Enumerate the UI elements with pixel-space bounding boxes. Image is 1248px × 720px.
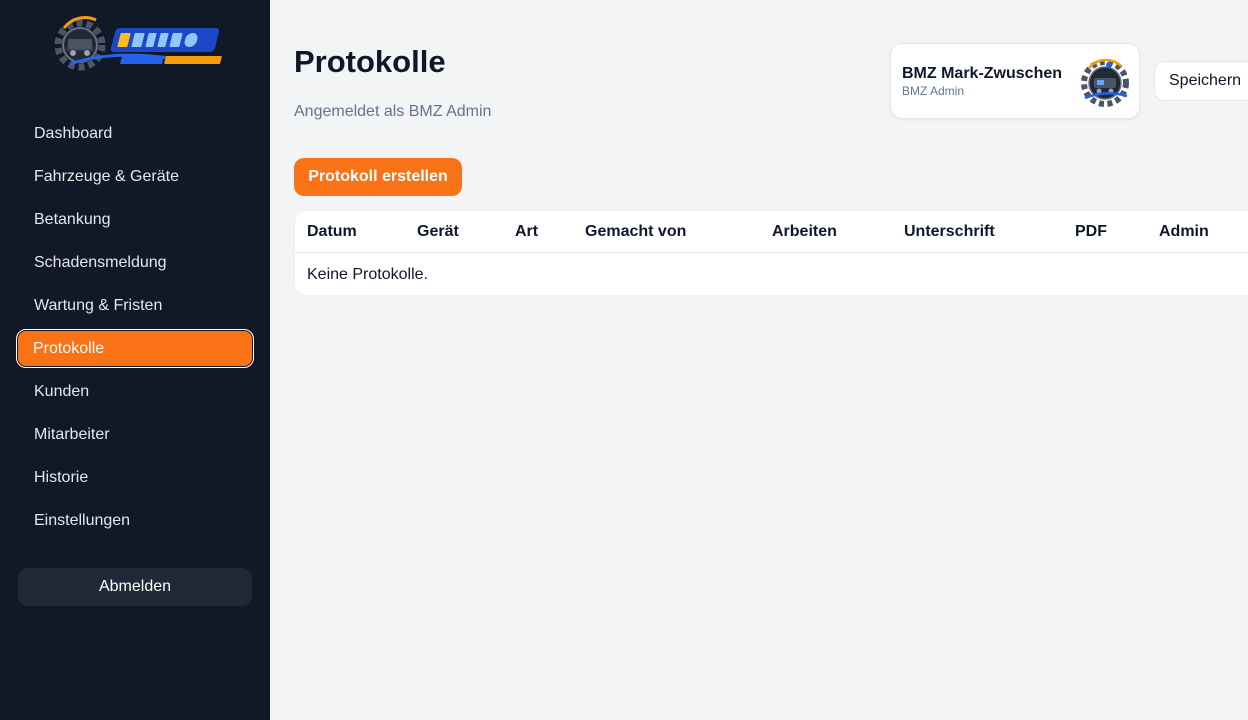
- sidebar-item-fueling[interactable]: Betankung: [16, 200, 254, 239]
- column-header-device[interactable]: Gerät: [417, 223, 459, 241]
- empty-state-text: Keine Protokolle.: [307, 266, 428, 283]
- gear-truck-logo-icon: [54, 16, 234, 71]
- brand-logo[interactable]: [50, 14, 234, 76]
- column-header-signature[interactable]: Unterschrift: [904, 223, 995, 241]
- logged-in-as-text: Angemeldet als BMZ Admin: [294, 103, 492, 120]
- logout-button[interactable]: Abmelden: [18, 568, 252, 606]
- page-title: Protokolle: [294, 44, 446, 79]
- column-header-admin[interactable]: Admin: [1159, 223, 1209, 241]
- company-name: BMZ Mark-Zwuschen: [902, 65, 1063, 82]
- sidebar-item-dashboard[interactable]: Dashboard: [16, 114, 254, 153]
- sidebar-item-vehicles[interactable]: Fahrzeuge & Geräte: [16, 157, 254, 196]
- user-card[interactable]: BMZ Mark-Zwuschen BMZ Admin: [890, 43, 1140, 119]
- sidebar-item-protocols[interactable]: Protokolle: [16, 329, 254, 368]
- save-button[interactable]: Speichern: [1154, 61, 1248, 101]
- protocols-table: Datum Gerät Art Gemacht von Arbeiten Unt…: [294, 210, 1248, 296]
- company-logo-icon: [1081, 58, 1129, 107]
- sidebar-item-history[interactable]: Historie: [16, 458, 254, 497]
- column-header-date[interactable]: Datum: [307, 223, 357, 241]
- column-header-pdf[interactable]: PDF: [1075, 223, 1107, 241]
- user-role: BMZ Admin: [902, 84, 965, 98]
- column-header-work[interactable]: Arbeiten: [772, 223, 837, 241]
- sidebar-item-settings[interactable]: Einstellungen: [16, 501, 254, 540]
- create-protocol-button[interactable]: Protokoll erstellen: [294, 158, 462, 196]
- column-header-made-by[interactable]: Gemacht von: [585, 223, 686, 241]
- sidebar-item-maintenance[interactable]: Wartung & Fristen: [16, 286, 254, 325]
- sidebar: Dashboard Fahrzeuge & Geräte Betankung S…: [0, 0, 270, 720]
- sidebar-item-employees[interactable]: Mitarbeiter: [16, 415, 254, 454]
- table-header: Datum Gerät Art Gemacht von Arbeiten Unt…: [295, 211, 1248, 253]
- column-header-type[interactable]: Art: [515, 223, 538, 241]
- sidebar-item-damage-report[interactable]: Schadensmeldung: [16, 243, 254, 282]
- sidebar-nav: Dashboard Fahrzeuge & Geräte Betankung S…: [16, 114, 254, 544]
- main-content: Protokolle Angemeldet als BMZ Admin BMZ …: [270, 0, 1248, 720]
- sidebar-item-customers[interactable]: Kunden: [16, 372, 254, 411]
